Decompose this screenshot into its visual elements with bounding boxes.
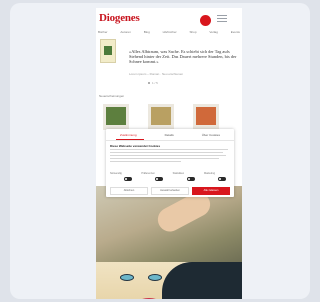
cookie-toggles: Notwendig Präferenzen Statistiken Market… <box>110 172 230 181</box>
toggle-switch[interactable] <box>155 177 164 181</box>
section-title: Neuerscheinungen <box>99 94 125 98</box>
toggle-switch[interactable] <box>217 177 226 181</box>
menu-icon[interactable] <box>217 15 227 24</box>
toggle-preferences[interactable]: Präferenzen <box>141 172 167 181</box>
tab-about[interactable]: Über Cookies <box>202 133 220 137</box>
book-cover[interactable] <box>103 104 129 130</box>
cookie-title: Diese Webseite verwendet Cookies <box>110 144 161 148</box>
toggle-label: Statistiken <box>172 172 185 175</box>
book-art <box>106 107 126 125</box>
book-cover[interactable] <box>148 104 174 130</box>
eye-shape <box>120 274 134 281</box>
tab-details[interactable]: Details <box>165 133 174 137</box>
book-art <box>151 107 171 125</box>
toggle-label: Marketing <box>203 172 215 175</box>
pager-label: 1 / 5 <box>152 81 158 85</box>
carousel-pager[interactable]: 1 / 5 <box>148 81 158 85</box>
toggle-necessary[interactable]: Notwendig <box>110 172 136 181</box>
nav-item[interactable]: Hörbücher <box>163 30 177 34</box>
book-cover[interactable] <box>193 104 219 130</box>
featured-subline: Lorem ipsum – Roman · Neu erschienen <box>129 72 184 76</box>
featured-headline: «Alles Albtraum, was Sache. Es schiebt s… <box>129 49 237 65</box>
toggle-label: Notwendig <box>110 172 122 175</box>
tab-consent[interactable]: Zustimmung <box>120 133 137 137</box>
account-icon[interactable] <box>200 15 211 26</box>
hero-photo <box>96 186 242 262</box>
mobile-page[interactable]: Diogenes Bücher Autoren Blog Hörbücher S… <box>96 8 242 299</box>
featured-book-cover[interactable] <box>100 39 116 63</box>
allow-all-button[interactable]: Alle zulassen <box>192 187 230 195</box>
deny-button[interactable]: Ablehnen <box>110 187 148 195</box>
toggle-switch[interactable] <box>186 177 195 181</box>
eye-shape <box>148 274 162 281</box>
lips-shape <box>140 298 158 299</box>
nav-item[interactable]: Shop <box>190 30 197 34</box>
cookie-tabs: Zustimmung Details Über Cookies <box>106 133 234 137</box>
nav-item[interactable]: Blog <box>144 30 150 34</box>
preview-card: Diogenes Bücher Autoren Blog Hörbücher S… <box>10 3 310 299</box>
toggle-marketing[interactable]: Marketing <box>204 172 230 181</box>
nav-item[interactable]: Autoren <box>120 30 131 34</box>
hair-shape <box>162 262 242 299</box>
cookie-consent-dialog: Zustimmung Details Über Cookies Diese We… <box>106 129 234 197</box>
site-logo[interactable]: Diogenes <box>99 12 140 24</box>
toggle-statistics[interactable]: Statistiken <box>173 172 199 181</box>
book-art <box>196 107 216 125</box>
nav-item[interactable]: Verlag <box>209 30 218 34</box>
main-nav: Bücher Autoren Blog Hörbücher Shop Verla… <box>98 30 240 34</box>
divider <box>106 140 234 141</box>
cookie-description <box>110 149 228 164</box>
pager-dot-icon <box>148 82 150 84</box>
illustration-face <box>96 262 242 299</box>
allow-selection-button[interactable]: Auswahl erlauben <box>151 187 189 195</box>
nav-item[interactable]: Events <box>231 30 240 34</box>
cookie-actions: Ablehnen Auswahl erlauben Alle zulassen <box>110 187 230 195</box>
toggle-switch[interactable] <box>124 177 132 181</box>
nav-item[interactable]: Bücher <box>98 30 108 34</box>
toggle-label: Präferenzen <box>141 172 155 175</box>
